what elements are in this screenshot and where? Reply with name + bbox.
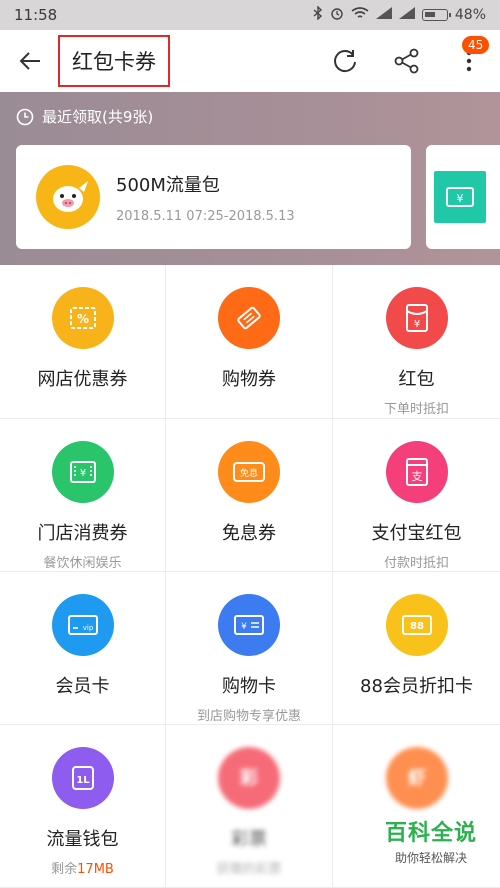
grid-item-sub: 下单时抵扣 — [383, 402, 449, 417]
grid-item-sub: 获赠的彩票 — [216, 862, 282, 877]
grid-item-label: 会员卡 — [55, 676, 110, 697]
grid-item-label: 购物卡 — [222, 676, 276, 697]
baike-watermark: 百科全说 助你轻松解决 — [362, 815, 500, 870]
svg-text:88: 88 — [410, 621, 424, 632]
svg-text:¥: ¥ — [241, 622, 247, 632]
signal-icon-2 — [398, 7, 415, 23]
grid-item-red-packet[interactable]: ¥ 红包 下单时抵扣 — [333, 265, 500, 419]
grid-item-sub: 剩余17MB — [51, 858, 114, 877]
grid-item-label: 88会员折扣卡 — [360, 676, 473, 697]
more-menu-button[interactable]: 45 — [438, 30, 500, 92]
grid-item-sub: 餐饮休闲娱乐 — [43, 556, 122, 571]
store-ticket-icon: ¥ — [51, 441, 114, 503]
recent-section: 最近领取(共9张) 500M流量包 2018.5.11 07:25-2018.5… — [0, 92, 500, 265]
vip-card-icon: vip — [51, 594, 114, 656]
88-card-icon: 88 — [385, 594, 448, 656]
grid-item-label: 彩票 — [230, 829, 267, 850]
back-button[interactable] — [0, 30, 60, 92]
recent-header: 最近领取(共9张) — [16, 106, 153, 127]
battery-level: 48% — [454, 7, 486, 23]
percent-coupon-icon: % — [51, 287, 114, 349]
signal-icon-1 — [375, 7, 392, 23]
grid-item-label: 门店消费券 — [37, 523, 128, 544]
card-validity: 2018.5.11 07:25-2018.5.13 — [116, 208, 295, 224]
recent-card-data-pack[interactable]: 500M流量包 2018.5.11 07:25-2018.5.13 — [16, 145, 411, 249]
shopping-card-icon: ¥ — [218, 594, 280, 656]
refresh-button[interactable] — [314, 30, 376, 92]
svg-text:彩: 彩 — [239, 768, 258, 789]
grid-item-interest-free[interactable]: 免息 免息券 — [166, 419, 333, 572]
svg-text:¥: ¥ — [79, 468, 85, 479]
alarm-icon — [330, 6, 344, 24]
arrow-left-icon — [19, 52, 40, 70]
grid-item-alipay-red-packet[interactable]: 支 支付宝红包 付款时抵扣 — [333, 419, 500, 572]
top-nav-bar: 红包卡券 45 — [0, 30, 500, 92]
svg-text:¥: ¥ — [457, 192, 464, 205]
page-title-box: 红包卡券 — [58, 35, 170, 87]
svg-text:1L: 1L — [76, 775, 90, 786]
data-wallet-icon: 1L — [51, 747, 114, 809]
notification-badge: 45 — [462, 36, 490, 54]
interest-free-icon: 免息 — [218, 441, 280, 503]
grid-item-online-coupon[interactable]: % 网店优惠券 — [0, 265, 166, 419]
shrimp-icon: 虾 — [385, 747, 448, 809]
grid-item-membership-card[interactable]: vip 会员卡 — [0, 572, 166, 725]
grid-item-label: 免息券 — [222, 523, 276, 544]
svg-text:虾: 虾 — [408, 768, 426, 789]
refresh-icon — [334, 50, 356, 73]
svg-text:支: 支 — [411, 470, 422, 483]
fliggy-pig-logo-icon — [36, 165, 100, 229]
svg-text:%: % — [76, 312, 88, 326]
grid-item-88vip-card[interactable]: 88 88会员折扣卡 — [333, 572, 500, 725]
watermark-title: 百科全说 — [384, 821, 477, 846]
ticket-stub-icon — [218, 287, 280, 349]
svg-text:免息: 免息 — [240, 467, 258, 479]
card-name: 500M流量包 — [116, 174, 220, 196]
grid-item-label: 支付宝红包 — [371, 523, 462, 544]
share-icon — [394, 48, 419, 74]
grid-item-shopping-voucher[interactable]: 购物券 — [166, 265, 333, 419]
wifi-icon — [351, 6, 369, 24]
share-button[interactable] — [376, 30, 438, 92]
svg-text:¥: ¥ — [413, 319, 419, 330]
grid-item-label: 流量钱包 — [46, 829, 119, 850]
remaining-label: 剩余 — [51, 862, 78, 877]
recent-card-next[interactable]: ¥ — [426, 145, 500, 249]
page-title: 红包卡券 — [72, 50, 156, 74]
bluetooth-icon — [313, 5, 323, 24]
remaining-value: 17MB — [77, 862, 114, 877]
grid-item-sub: 付款时抵扣 — [383, 556, 449, 571]
recent-title: 最近领取(共9张) — [42, 108, 154, 126]
lottery-icon: 彩 — [217, 747, 280, 809]
grid-item-label: 网店优惠券 — [37, 369, 128, 390]
grid-item-data-wallet[interactable]: 1L 流量钱包 剩余17MB — [0, 725, 166, 888]
grid-item-shopping-card[interactable]: ¥ 购物卡 到店购物专享优惠 — [166, 572, 333, 725]
grid-item-sub: 到店购物专享优惠 — [196, 709, 301, 724]
watermark-subtitle: 助你轻松解决 — [394, 851, 467, 865]
red-packet-icon: ¥ — [385, 287, 448, 349]
alipay-packet-icon: 支 — [385, 441, 448, 503]
clock-icon — [16, 108, 34, 125]
grid-item-label: 红包 — [398, 369, 435, 390]
status-time: 11:58 — [14, 6, 58, 24]
grid-item-store-coupon[interactable]: ¥ 门店消费券 餐饮休闲娱乐 — [0, 419, 166, 572]
grid-item-label: 购物券 — [222, 369, 276, 390]
grid-item-lottery[interactable]: 彩 彩票 获赠的彩票 — [166, 725, 333, 888]
ticket-icon: ¥ — [434, 171, 486, 223]
svg-text:vip: vip — [82, 624, 93, 632]
battery-icon — [421, 9, 451, 21]
voucher-category-grid: % 网店优惠券 购物券 ¥ 红包 下单时抵扣 ¥ 门店消费券 餐饮休闲娱乐 免息… — [0, 265, 500, 888]
status-bar: 11:58 48% — [0, 0, 500, 30]
